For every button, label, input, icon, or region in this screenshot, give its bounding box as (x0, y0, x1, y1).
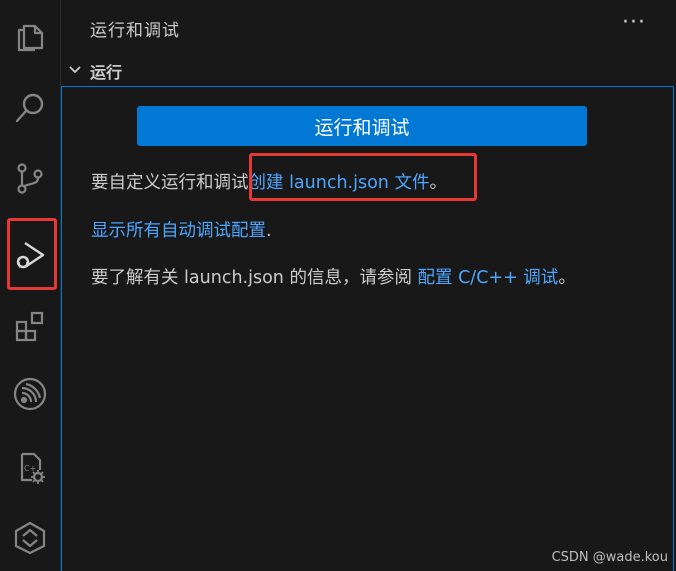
espressif-idf-icon[interactable] (0, 362, 60, 426)
learn-more-prefix: 要了解有关 launch.json 的信息，请参阅 (91, 268, 418, 288)
customize-prefix: 要自定义运行和调试 (91, 173, 249, 193)
more-actions-icon[interactable]: ··· (622, 10, 646, 35)
explorer-icon[interactable] (0, 4, 60, 68)
learn-more-suffix: 。 (558, 268, 576, 288)
search-icon[interactable] (0, 76, 60, 140)
section-title: 运行 (90, 63, 123, 82)
sidebar-header: 运行和调试 ··· (61, 0, 676, 52)
run-and-debug-button[interactable]: 运行和调试 (137, 106, 587, 146)
remote-explorer-icon[interactable] (0, 506, 60, 570)
run-debug-sidebar: 运行和调试 ··· 运行 运行和调试 要自定义运行和调试创建 launch.js… (61, 0, 676, 571)
activity-bar: C+ (0, 0, 61, 571)
show-auto-debug-suffix: . (266, 221, 272, 241)
watermark: CSDN @wade.kou (551, 550, 668, 565)
show-auto-debug-text: 显示所有自动调试配置. (91, 217, 272, 242)
configure-cpp-debug-link[interactable]: 配置 C/C++ 调试 (418, 268, 559, 288)
show-auto-debug-configs-link[interactable]: 显示所有自动调试配置 (91, 221, 266, 241)
extensions-icon[interactable] (0, 294, 60, 358)
svg-text:C+: C+ (24, 464, 36, 473)
annotation-box-run (7, 218, 57, 290)
section-body: 运行和调试 要自定义运行和调试创建 launch.json 文件。 显示所有自动… (61, 86, 674, 571)
annotation-box-create-link (249, 153, 477, 201)
source-control-icon[interactable] (0, 146, 60, 210)
learn-more-text: 要了解有关 launch.json 的信息，请参阅 配置 C/C++ 调试。 (91, 264, 576, 289)
sidebar-title: 运行和调试 (90, 21, 180, 41)
chevron-down-icon (69, 66, 81, 74)
cmake-tools-icon[interactable]: C+ (0, 436, 60, 500)
section-header-run[interactable]: 运行 (61, 56, 676, 84)
